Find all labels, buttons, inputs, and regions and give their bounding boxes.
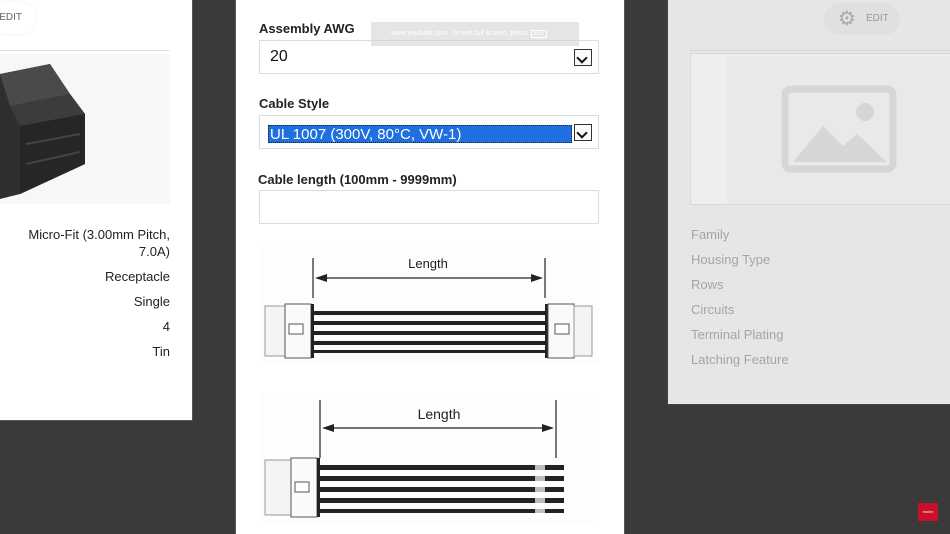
divider	[690, 50, 950, 51]
spec-label-rows: Rows	[691, 277, 724, 292]
cable-config-form: Assembly AWG 20 Cable Style UL 1007 (300…	[235, 0, 625, 534]
edit-button-left[interactable]: EDIT	[0, 2, 36, 34]
awg-value: 20	[270, 48, 288, 65]
edit-button-right[interactable]: ⚙ EDIT	[824, 3, 900, 35]
length-label-2: Length	[418, 406, 461, 422]
chevron-down-icon[interactable]	[574, 49, 592, 66]
brand-logo: molex	[918, 503, 938, 521]
length-label-1: Length	[408, 256, 448, 271]
spec-label-latching-feature: Latching Feature	[691, 352, 789, 367]
spec-value-housing-type: Receptacle	[104, 269, 170, 284]
edit-label-left: EDIT	[0, 12, 22, 23]
brand-text: molex	[922, 509, 934, 514]
spec-value-family: Micro-Fit (3.00mm Pitch, 7.0A)	[28, 227, 170, 259]
gear-icon: ⚙	[838, 8, 856, 30]
image-placeholder	[690, 53, 950, 205]
edit-label-right: EDIT	[866, 13, 889, 24]
spec-label-circuits: Circuits	[691, 302, 735, 317]
cable-style-label: Cable Style	[259, 96, 330, 111]
spec-label-terminal-plating: Terminal Plating	[691, 327, 784, 342]
image-placeholder-icon	[727, 56, 950, 204]
esc-key: Esc	[530, 30, 547, 38]
cable-length-diagram-flying-leads: Length	[259, 392, 599, 525]
spec-label-family: Family	[691, 227, 730, 242]
cable-length-label: Cable length (100mm - 9999mm)	[258, 172, 457, 187]
toast-text: www.youtube.com - to exit full screen, p…	[391, 30, 528, 37]
cable-length-input[interactable]	[259, 190, 599, 224]
cable-style-selected: UL 1007 (300V, 80°C, VW-1)	[268, 125, 572, 143]
left-product-panel: EDIT Micro-Fit (3.00mm Pitch, 7.0A) Rece…	[0, 0, 193, 421]
cable-style-select[interactable]: UL 1007 (300V, 80°C, VW-1)	[259, 115, 599, 149]
right-product-panel: ⚙ EDIT Family Housing Type Rows Circuits…	[667, 0, 950, 405]
spec-label-housing-type: Housing Type	[691, 252, 771, 267]
spec-value-circuits: 4	[162, 319, 170, 334]
awg-label: Assembly AWG	[259, 21, 355, 36]
spec-value-rows: Single	[133, 294, 170, 309]
spec-value-plating: Tin	[152, 344, 170, 359]
chevron-down-icon[interactable]	[574, 124, 592, 141]
fullscreen-toast: www.youtube.com - to exit full screen, p…	[371, 22, 579, 46]
cable-style-value: UL 1007 (300V, 80°C, VW-1)	[270, 126, 462, 143]
cable-length-diagram-straight: Length	[259, 246, 599, 364]
connector-photo	[0, 54, 170, 204]
spec-values-list: Micro-Fit (3.00mm Pitch, 7.0A) Receptacl…	[0, 226, 170, 368]
spec-labels-list: Family Housing Type Rows Circuits Termin…	[691, 226, 789, 376]
divider	[0, 50, 170, 51]
